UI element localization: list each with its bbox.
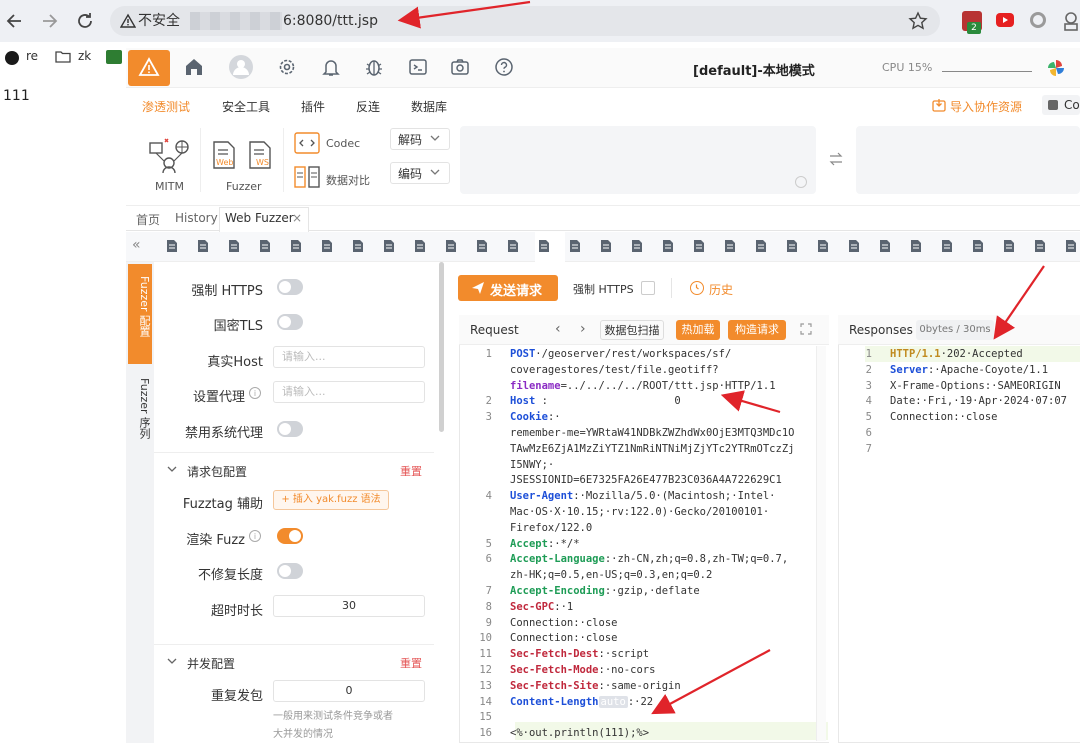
arrow-url — [397, 0, 531, 29]
arrow-payload — [651, 649, 771, 715]
arrow-filename — [720, 390, 781, 414]
arrow-response — [993, 265, 1045, 340]
annotation-arrows — [397, 0, 1045, 715]
